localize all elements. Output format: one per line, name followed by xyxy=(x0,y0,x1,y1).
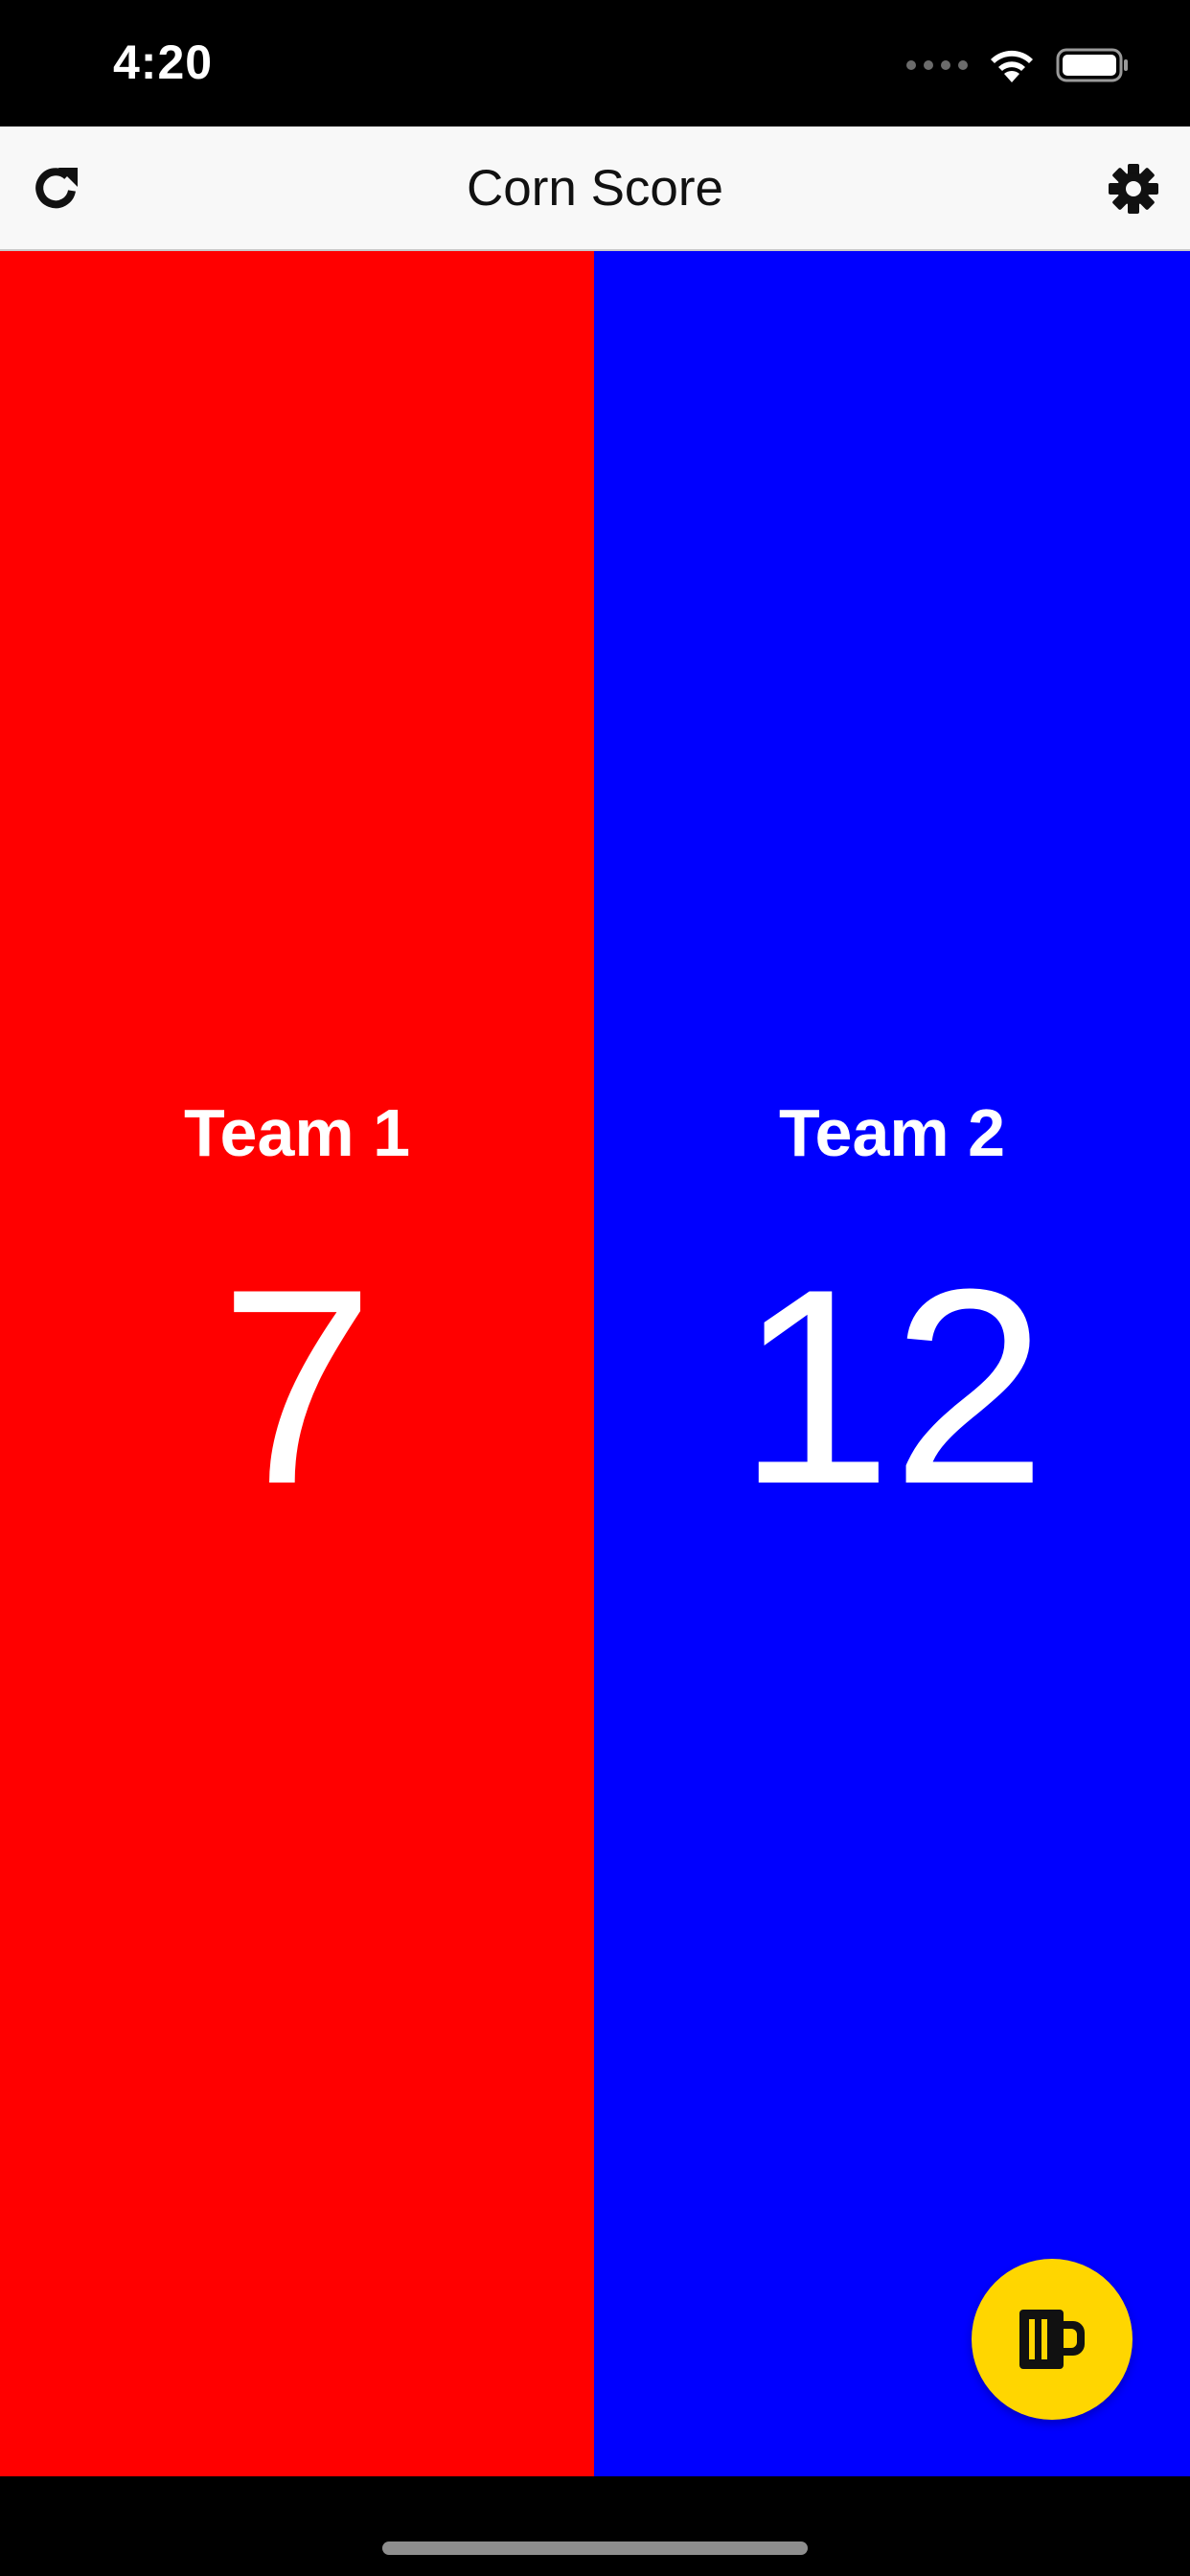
status-time: 4:20 xyxy=(113,35,214,89)
score-board: Team 1 7 Team 2 12 xyxy=(0,251,1190,2476)
team-2-score: 12 xyxy=(737,1231,1047,1542)
team-1-name: Team 1 xyxy=(183,1095,411,1170)
battery-icon xyxy=(1056,48,1128,82)
status-icons xyxy=(906,44,1131,86)
team-2-panel[interactable]: Team 2 12 xyxy=(594,251,1190,2476)
wifi-icon xyxy=(991,50,1033,82)
gear-icon xyxy=(1109,164,1158,214)
signal-dots-icon xyxy=(906,60,968,70)
team-1-score: 7 xyxy=(219,1231,375,1542)
nav-bar: Corn Score xyxy=(0,126,1190,251)
status-bar: 4:20 xyxy=(0,0,1190,126)
app-screen: 4:20 Corn Score Team 1 7 Team 2 12 xyxy=(0,0,1190,2576)
beer-fab-button[interactable] xyxy=(972,2259,1133,2420)
team-1-panel[interactable]: Team 1 7 xyxy=(0,251,594,2476)
page-title: Corn Score xyxy=(466,160,724,217)
beer-mug-icon xyxy=(1019,2310,1085,2369)
settings-button[interactable] xyxy=(1100,155,1167,222)
home-indicator[interactable] xyxy=(382,2542,808,2555)
bottom-bar xyxy=(0,2476,1190,2576)
team-2-name: Team 2 xyxy=(778,1095,1006,1170)
